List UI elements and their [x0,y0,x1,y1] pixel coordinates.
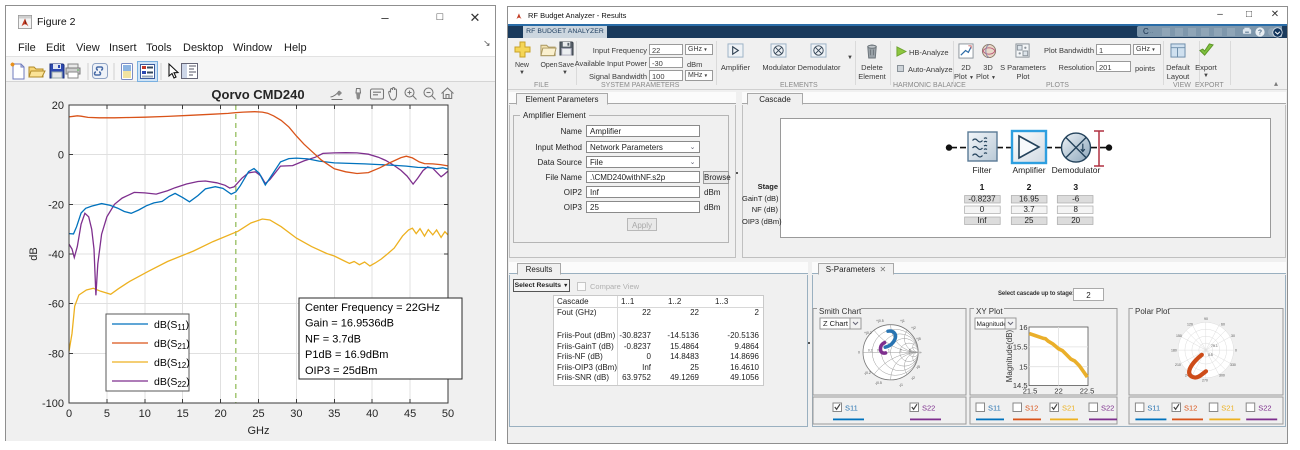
svg-text:Magnitude(dB): Magnitude(dB) [1005,329,1014,382]
svg-text:-j5: -j5 [916,365,920,369]
svg-text:+j0.2: +j0.2 [864,331,872,335]
svg-text:5: 5 [909,349,911,353]
svg-text:-100: -100 [42,398,64,410]
svg-text:16: 16 [1019,323,1027,332]
svg-text:30: 30 [1231,334,1235,338]
svg-text:GHz: GHz [248,425,270,437]
svg-text:10: 10 [139,408,151,420]
svg-text:25: 25 [1025,216,1034,225]
svg-text:330: 330 [1230,363,1236,367]
svg-text:15: 15 [1019,362,1027,371]
svg-text:Qorvo CMD240: Qorvo CMD240 [211,87,304,102]
svg-text:300: 300 [1219,374,1225,378]
svg-text:Inf: Inf [978,216,988,225]
svg-text:2: 2 [1027,182,1032,192]
svg-text:15.5: 15.5 [1013,343,1028,352]
svg-text:20: 20 [52,100,64,112]
svg-text:S22: S22 [1101,404,1114,413]
svg-text:Filter: Filter [973,165,992,175]
svg-text:-j0.2: -j0.2 [864,371,871,375]
svg-text:-j2: -j2 [911,376,915,380]
svg-text:∞: ∞ [919,351,922,355]
svg-text:60: 60 [1221,323,1225,327]
svg-text:22: 22 [1054,387,1062,396]
svg-text:OIP3 = 25dBm: OIP3 = 25dBm [305,365,377,377]
svg-text:-40: -40 [48,249,64,261]
svg-text:20: 20 [214,408,226,420]
svg-text:0: 0 [858,351,860,355]
svg-text:180: 180 [1171,349,1177,353]
svg-text:3.7: 3.7 [1023,205,1035,214]
svg-text:270: 270 [1202,379,1208,383]
svg-text:Smith Chart: Smith Chart [819,307,862,316]
svg-text:40: 40 [366,408,378,420]
svg-text:-80: -80 [48,348,64,360]
svg-text:0: 0 [980,205,985,214]
svg-text:1: 1 [980,182,985,192]
svg-text:0: 0 [66,408,72,420]
svg-text:20: 20 [1071,216,1080,225]
svg-text:16.95: 16.95 [1019,195,1040,204]
svg-text:210: 210 [1175,363,1181,367]
svg-text:22.5: 22.5 [1080,387,1095,396]
svg-text:25: 25 [252,408,264,420]
svg-text:NF = 3.7dB: NF = 3.7dB [305,333,361,345]
svg-text:Demodulator: Demodulator [1052,165,1101,175]
svg-text:-6: -6 [1072,195,1080,204]
svg-text:Z Chart: Z Chart [823,319,849,328]
svg-text:120: 120 [1187,323,1193,327]
svg-text:0.2: 0.2 [868,349,873,353]
svg-text:0: 0 [1235,349,1237,353]
svg-text:30: 30 [290,408,302,420]
svg-text:+j5: +j5 [916,337,921,341]
svg-text:-j1: -j1 [899,383,903,387]
svg-text:5: 5 [104,408,110,420]
svg-text:35: 35 [328,408,340,420]
svg-text:dB: dB [28,247,40,260]
svg-text:1: 1 [888,349,890,353]
svg-text:S22: S22 [922,404,935,413]
svg-text:S12: S12 [1184,404,1197,413]
svg-text:P1dB = 16.9dBm: P1dB = 16.9dBm [305,349,388,361]
svg-text:S11: S11 [1147,404,1160,413]
svg-text:S11: S11 [988,404,1001,413]
svg-text:-60: -60 [48,299,64,311]
svg-text:-20: -20 [48,199,64,211]
svg-text:3: 3 [1073,182,1078,192]
svg-text:Polar Plot: Polar Plot [1135,307,1170,316]
svg-text:75.1: 75.1 [1211,344,1218,348]
svg-text:S12: S12 [1025,404,1038,413]
svg-text:50: 50 [442,408,454,420]
svg-text:+j2: +j2 [911,326,916,330]
svg-text:S21: S21 [1062,404,1075,413]
svg-text:XY Plot: XY Plot [976,307,1003,316]
svg-text:90: 90 [1204,317,1208,321]
svg-text:?: ? [1258,29,1262,36]
svg-text:-0.8237: -0.8237 [968,195,996,204]
svg-text:+j0.5: +j0.5 [876,319,884,323]
svg-text:2: 2 [900,349,902,353]
svg-text:0.5: 0.5 [1208,353,1213,357]
svg-text:0: 0 [58,150,64,162]
svg-text:S21: S21 [1221,404,1234,413]
svg-text:-j0.5: -j0.5 [875,381,882,385]
svg-text:S11: S11 [845,404,858,413]
svg-text:+j1: +j1 [900,319,905,323]
svg-text:Gain = 16.9536dB: Gain = 16.9536dB [305,318,394,330]
svg-text:45: 45 [404,408,416,420]
svg-text:21.5: 21.5 [1023,387,1038,396]
svg-text:S22: S22 [1258,404,1271,413]
svg-text:Amplifier: Amplifier [1012,165,1045,175]
svg-text:15: 15 [177,408,189,420]
svg-text:Center Frequency = 22GHz: Center Frequency = 22GHz [305,302,440,314]
svg-text:150: 150 [1176,334,1182,338]
svg-text:8: 8 [1073,205,1078,214]
